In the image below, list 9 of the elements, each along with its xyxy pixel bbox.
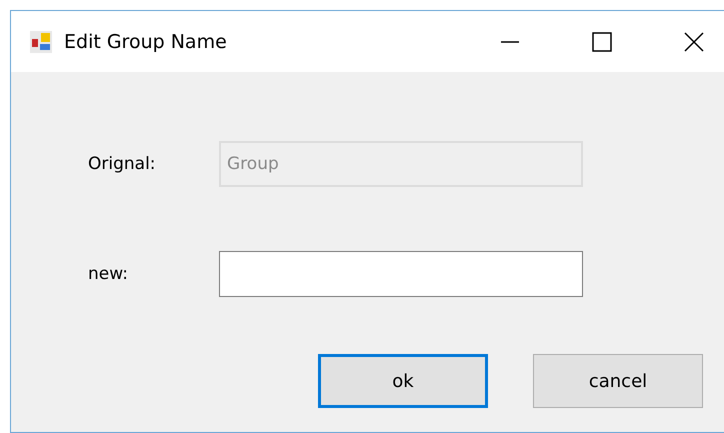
- text-field[interactable]: [219, 251, 583, 297]
- field-label: Orignal:: [88, 154, 157, 174]
- maximize-icon[interactable]: [591, 30, 613, 52]
- field-label: new:: [88, 264, 129, 284]
- close-icon[interactable]: [683, 30, 705, 52]
- window-title: Edit Group Name: [64, 30, 228, 52]
- cancel-button[interactable]: cancel: [533, 354, 703, 408]
- application-icon: [30, 30, 52, 52]
- ok-button[interactable]: ok: [318, 354, 488, 408]
